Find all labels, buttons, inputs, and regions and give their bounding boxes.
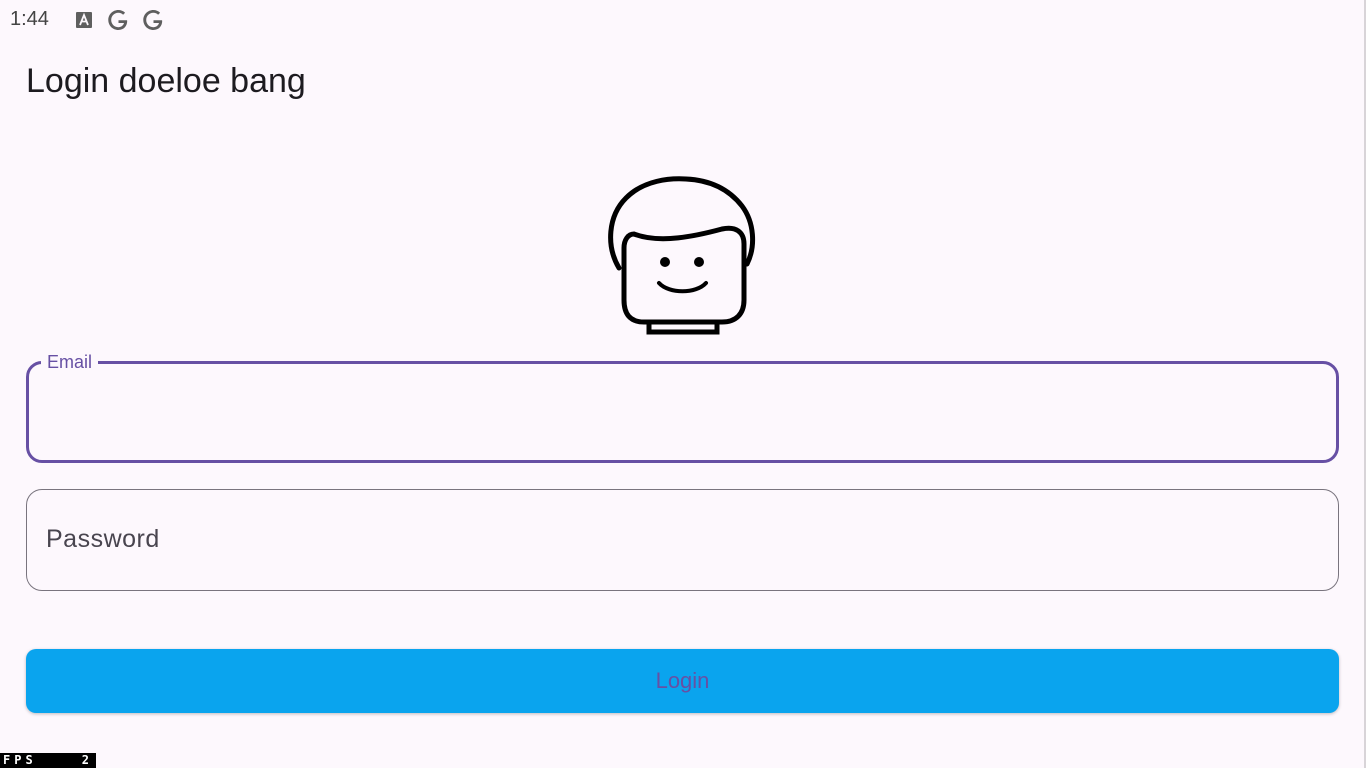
fps-label: FPS bbox=[3, 753, 37, 767]
google-icon bbox=[141, 8, 165, 32]
email-field-label: Email bbox=[41, 350, 99, 374]
page-title: Login doeloe bang bbox=[26, 62, 306, 100]
cartoon-face-icon bbox=[604, 176, 760, 336]
login-button-label: Login bbox=[655, 668, 710, 693]
fps-value: 2 bbox=[81, 753, 93, 767]
email-field[interactable]: Email bbox=[26, 350, 1339, 463]
password-placeholder: Password bbox=[46, 525, 160, 553]
login-button[interactable]: Login bbox=[26, 649, 1339, 713]
app-a-icon bbox=[74, 8, 98, 32]
status-time: 1:44 bbox=[10, 8, 49, 30]
google-icon bbox=[106, 8, 130, 32]
status-bar: 1:44 bbox=[0, 0, 1366, 40]
password-field[interactable]: Password bbox=[26, 489, 1339, 591]
fps-counter: FPS 2 bbox=[0, 753, 96, 768]
